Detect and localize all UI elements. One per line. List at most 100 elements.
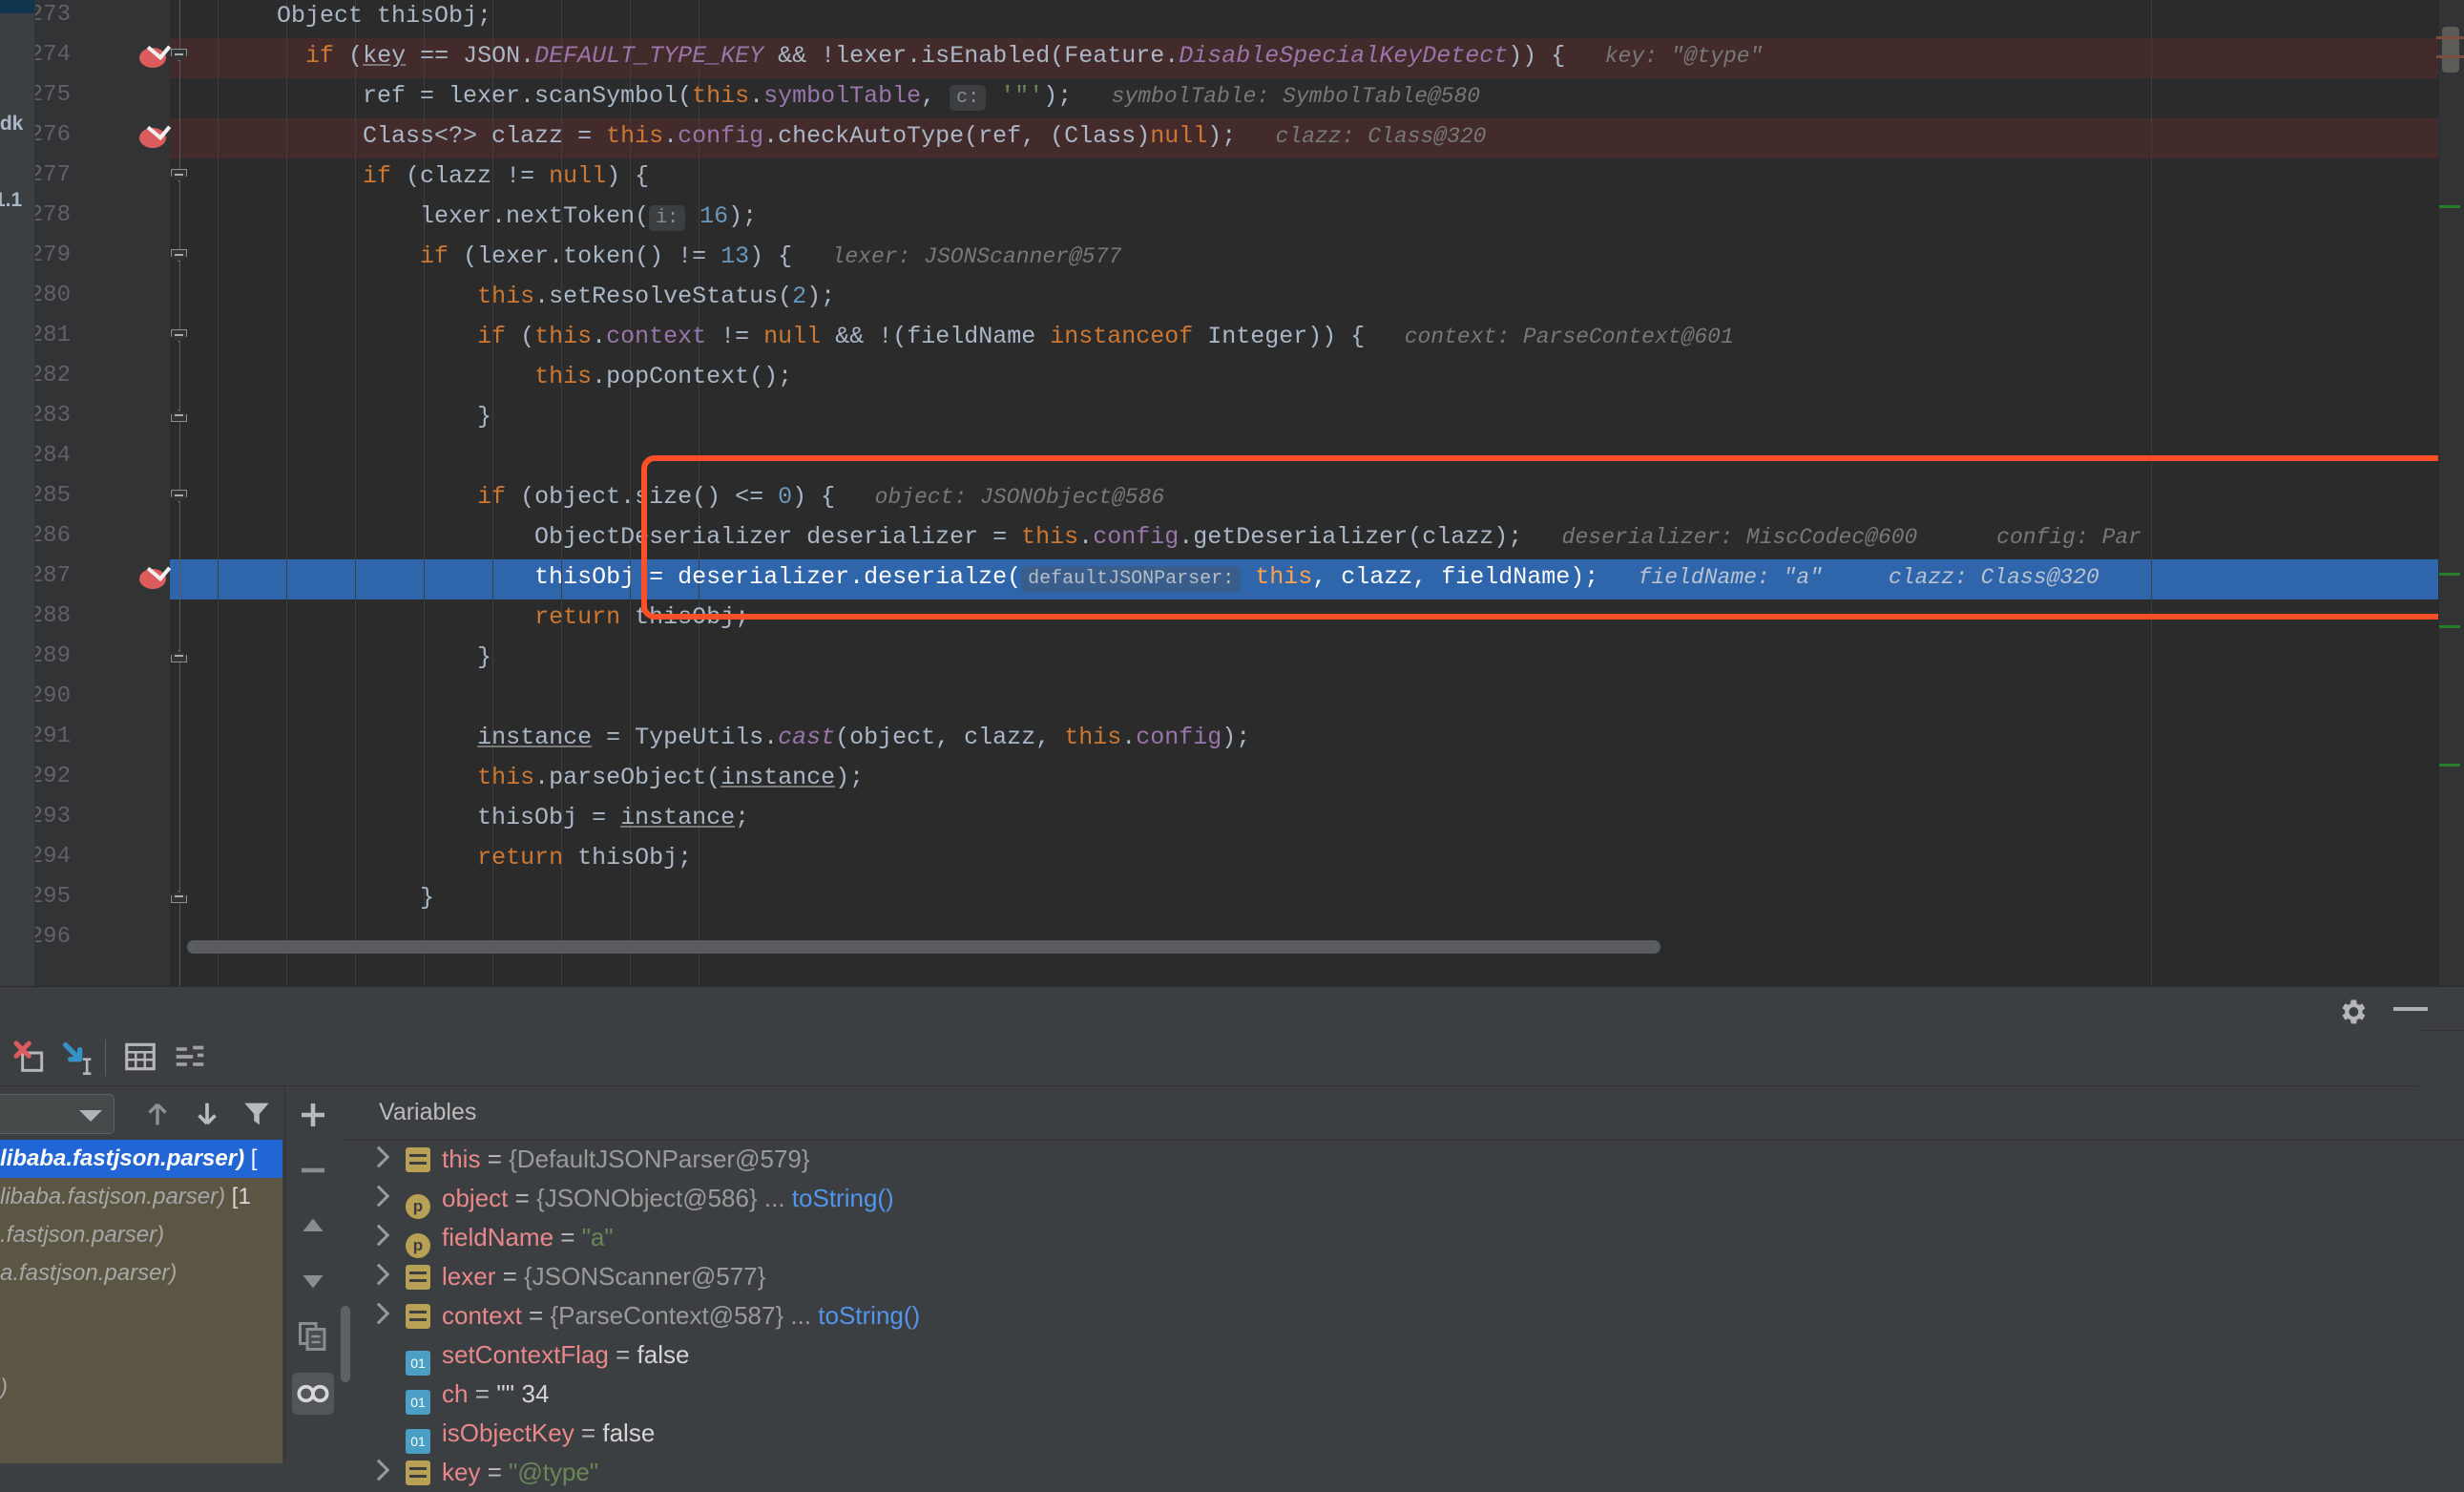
frame-list-item[interactable]: a.fastjson.parser): [0, 1254, 282, 1292]
frame-list-item[interactable]: [0, 1292, 282, 1331]
copy-value-button[interactable]: [296, 1319, 330, 1354]
expand-chevron-icon[interactable]: [367, 1185, 390, 1208]
code-line[interactable]: if (clazz != null) {: [191, 157, 2464, 197]
scrollbar-thumb[interactable]: [2436, 27, 2464, 73]
code-line[interactable]: ObjectDeserializer deserializer = this.c…: [191, 517, 2464, 557]
debugger-body[interactable]: libaba.fastjson.parser) [libaba.fastjson…: [0, 1086, 2464, 1486]
expand-chevron-icon[interactable]: [367, 1459, 390, 1481]
editor-code-text[interactable]: Object thisObj; if (key == JSON.DEFAULT_…: [191, 0, 2464, 986]
breakpoint-icon[interactable]: [139, 35, 172, 69]
variable-tostring-link[interactable]: toString(): [792, 1184, 894, 1212]
expand-chevron-icon[interactable]: [367, 1263, 390, 1286]
code-line[interactable]: }: [191, 638, 2464, 678]
editor-marker-bar[interactable]: [2436, 0, 2464, 986]
fold-collapse-icon[interactable]: [170, 247, 190, 268]
code-line[interactable]: }: [191, 878, 2464, 918]
frames-filter-button[interactable]: [240, 1098, 273, 1130]
sort-values-button[interactable]: [172, 1039, 210, 1077]
code-line[interactable]: return thisObj;: [191, 838, 2464, 878]
code-line[interactable]: instance = TypeUtils.cast(object, clazz,…: [191, 718, 2464, 758]
move-watch-down-button[interactable]: [296, 1264, 330, 1298]
code-editor[interactable]: Object thisObj; if (key == JSON.DEFAULT_…: [0, 0, 2464, 986]
move-watch-up-button[interactable]: [296, 1208, 330, 1243]
variable-row[interactable]: key = "@type": [341, 1453, 2464, 1492]
variable-row[interactable]: lexer = {JSONScanner@577}: [341, 1257, 2464, 1296]
inline-debug-hint: lexer: JSONScanner@577: [792, 244, 1122, 269]
inspect-glasses-button[interactable]: [292, 1373, 334, 1415]
variable-name: object: [442, 1184, 509, 1212]
expand-chevron-icon[interactable]: [367, 1224, 390, 1247]
code-folding-rail[interactable]: [170, 0, 191, 986]
breakpoint-icon[interactable]: [139, 116, 172, 149]
variables-scrollbar[interactable]: [341, 1306, 350, 1382]
code-line[interactable]: }: [191, 397, 2464, 437]
variable-tostring-link[interactable]: toString(): [818, 1301, 920, 1330]
remove-watch-button[interactable]: [296, 1153, 330, 1187]
variables-side-toolbar[interactable]: [284, 1086, 342, 1463]
fold-end-icon[interactable]: [170, 408, 190, 429]
code-line[interactable]: if (key == JSON.DEFAULT_TYPE_KEY && !lex…: [191, 36, 2464, 76]
code-token: .: [749, 82, 764, 110]
variable-row[interactable]: p object = {JSONObject@586} ... toString(…: [341, 1179, 2464, 1219]
variables-list[interactable]: this = {DefaultJSONParser@579} p object = …: [341, 1140, 2464, 1486]
add-watch-button[interactable]: [296, 1098, 330, 1132]
frame-list-item[interactable]: [0, 1331, 282, 1369]
expand-chevron-icon[interactable]: [367, 1145, 390, 1168]
variable-row[interactable]: 01 isObjectKey = false: [341, 1414, 2464, 1454]
frames-down-button[interactable]: [191, 1098, 223, 1130]
code-line[interactable]: return thisObj;: [191, 598, 2464, 638]
frame-list-item[interactable]: libaba.fastjson.parser) [1: [0, 1178, 282, 1216]
code-line[interactable]: lexer.nextToken(i: 16);: [191, 197, 2464, 237]
debugger-tool-window[interactable]: libaba.fastjson.parser) [libaba.fastjson…: [0, 986, 2464, 1486]
variable-value: false: [637, 1340, 690, 1369]
frame-list-item[interactable]: .fastjson.parser): [0, 1216, 282, 1254]
breakpoint-icon[interactable]: [139, 557, 172, 590]
frames-up-button[interactable]: [141, 1098, 174, 1130]
variable-row[interactable]: p fieldName = "a": [341, 1218, 2464, 1258]
project-tool-window-edge[interactable]: jdk 1.1: [0, 0, 35, 986]
expand-chevron-icon[interactable]: [367, 1302, 390, 1325]
editor-gutter[interactable]: 273 274 275 276 277 278 279 280 281 282 283 284 285 2…: [30, 0, 172, 986]
code-line[interactable]: if (lexer.token() != 13) { lexer: JSONSc…: [191, 237, 2464, 277]
code-line[interactable]: if (this.context != null && !(fieldName …: [191, 317, 2464, 357]
thread-selector[interactable]: [0, 1094, 115, 1134]
mute-breakpoints-button[interactable]: [11, 1039, 50, 1077]
code-line[interactable]: [191, 437, 2464, 477]
debugger-toolbar[interactable]: [0, 1030, 2418, 1123]
variable-row[interactable]: 01 setContextFlag = false: [341, 1335, 2464, 1376]
code-line[interactable]: ref = lexer.scanSymbol(this.symbolTable,…: [191, 76, 2464, 116]
fold-collapse-icon[interactable]: [170, 327, 190, 348]
frame-list-item[interactable]: ): [0, 1369, 282, 1407]
gear-icon[interactable]: [2336, 996, 2369, 1033]
code-line[interactable]: thisObj = instance;: [191, 798, 2464, 838]
code-token: this: [534, 323, 593, 350]
fold-collapse-icon[interactable]: [170, 167, 190, 188]
marker-stripe: [2439, 205, 2460, 208]
show-as-table-button[interactable]: [122, 1039, 160, 1077]
variable-row[interactable]: context = {ParseContext@587} ... toStrin…: [341, 1296, 2464, 1335]
code-line[interactable]: if (object.size() <= 0) { object: JSONOb…: [191, 477, 2464, 517]
frames-list[interactable]: libaba.fastjson.parser) [libaba.fastjson…: [0, 1140, 282, 1463]
fold-end-icon[interactable]: [170, 648, 190, 669]
code-line[interactable]: this.setResolveStatus(2);: [191, 277, 2464, 317]
code-line[interactable]: this.parseObject(instance);: [191, 758, 2464, 798]
code-line[interactable]: Object thisObj;: [191, 0, 2464, 36]
fold-collapse-icon[interactable]: [170, 488, 190, 509]
variable-row[interactable]: 01 ch = '"' 34: [341, 1375, 2464, 1415]
minimize-icon[interactable]: [2393, 1007, 2428, 1011]
frame-list-item[interactable]: libaba.fastjson.parser) [: [0, 1140, 282, 1178]
variable-equals: =: [508, 1184, 537, 1212]
variable-row[interactable]: this = {DefaultJSONParser@579}: [341, 1140, 2464, 1179]
horizontal-scrollbar-thumb[interactable]: [187, 940, 1660, 954]
code-line[interactable]: Class<?> clazz = this.config.checkAutoTy…: [191, 116, 2464, 157]
frames-toolbar[interactable]: [0, 1086, 282, 1140]
evaluate-expression-button[interactable]: [59, 1039, 97, 1077]
marker-stripe: [2439, 573, 2460, 576]
code-line[interactable]: [191, 678, 2464, 718]
code-line[interactable]: thisObj = deserializer.deserialze(defaul…: [191, 557, 2464, 598]
variables-panel[interactable]: Variables this = {DefaultJSONParser@579}…: [341, 1086, 2464, 1486]
fold-end-icon[interactable]: [170, 889, 190, 910]
fold-collapse-icon[interactable]: [170, 47, 190, 68]
frames-panel[interactable]: libaba.fastjson.parser) [libaba.fastjson…: [0, 1086, 282, 1463]
code-line[interactable]: this.popContext();: [191, 357, 2464, 397]
